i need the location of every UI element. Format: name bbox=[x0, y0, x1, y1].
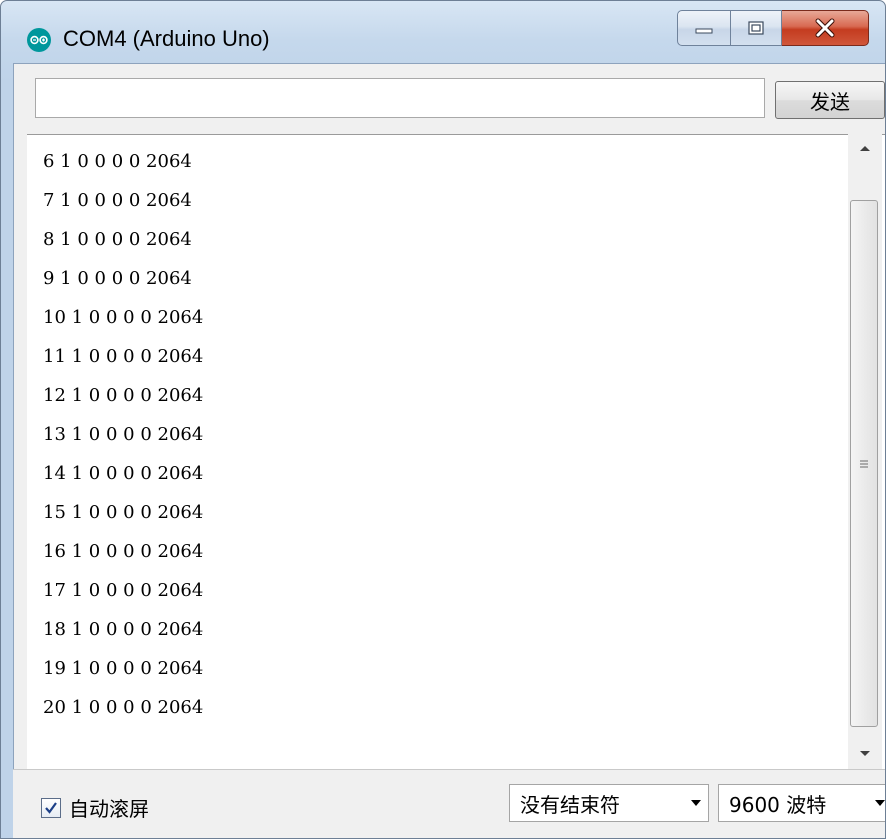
send-input[interactable] bbox=[35, 78, 765, 118]
title-bar[interactable]: COM4 (Arduino Uno) bbox=[1, 1, 885, 61]
line-ending-select[interactable]: 没有结束符 bbox=[509, 784, 709, 822]
output-line: 11 1 0 0 0 0 2064 bbox=[43, 346, 204, 367]
chevron-down-icon bbox=[868, 799, 885, 807]
caption-buttons bbox=[677, 10, 869, 46]
serial-monitor-window: COM4 (Arduino Uno) 发送 6 1 0 0 0 0 2064 7… bbox=[0, 0, 886, 839]
maximize-button[interactable] bbox=[731, 10, 782, 46]
close-button[interactable] bbox=[782, 10, 869, 46]
checkmark-icon bbox=[45, 801, 57, 814]
scroll-thumb[interactable] bbox=[850, 200, 878, 727]
output-line: 13 1 0 0 0 0 2064 bbox=[43, 424, 204, 445]
output-line: 6 1 0 0 0 0 2064 bbox=[43, 151, 192, 172]
minimize-icon bbox=[695, 28, 713, 34]
output-line: 18 1 0 0 0 0 2064 bbox=[43, 619, 204, 640]
output-line: 10 1 0 0 0 0 2064 bbox=[43, 307, 204, 328]
send-button[interactable]: 发送 bbox=[775, 81, 885, 119]
output-line: 12 1 0 0 0 0 2064 bbox=[43, 385, 204, 406]
arduino-logo-icon bbox=[27, 28, 51, 52]
output-line: 7 1 0 0 0 0 2064 bbox=[43, 190, 192, 211]
vertical-scrollbar[interactable] bbox=[848, 133, 882, 769]
baud-rate-select[interactable]: 9600 波特 bbox=[718, 784, 885, 822]
output-line: 16 1 0 0 0 0 2064 bbox=[43, 541, 204, 562]
baud-rate-value: 9600 波特 bbox=[729, 792, 827, 817]
autoscroll-label: 自动滚屏 bbox=[69, 797, 149, 821]
close-icon bbox=[815, 18, 835, 38]
arrow-up-icon bbox=[860, 146, 870, 151]
output-line: 17 1 0 0 0 0 2064 bbox=[43, 580, 204, 601]
client-area: 发送 6 1 0 0 0 0 2064 7 1 0 0 0 0 2064 8 1 0… bbox=[13, 63, 885, 838]
output-line: 15 1 0 0 0 0 2064 bbox=[43, 502, 204, 523]
serial-output[interactable]: 6 1 0 0 0 0 2064 7 1 0 0 0 0 2064 8 1 0 0 … bbox=[27, 134, 885, 824]
line-ending-value: 没有结束符 bbox=[520, 792, 620, 817]
autoscroll-option[interactable]: 自动滚屏 bbox=[41, 793, 149, 822]
autoscroll-checkbox[interactable] bbox=[41, 797, 61, 818]
output-line: 20 1 0 0 0 0 2064 bbox=[43, 697, 204, 718]
grip-icon bbox=[860, 460, 868, 467]
output-line: 14 1 0 0 0 0 2064 bbox=[43, 463, 204, 484]
output-line: 9 1 0 0 0 0 2064 bbox=[43, 268, 192, 289]
maximize-icon bbox=[748, 21, 764, 35]
chevron-down-icon bbox=[684, 799, 708, 807]
scroll-up-button[interactable] bbox=[848, 133, 882, 163]
output-line: 19 1 0 0 0 0 2064 bbox=[43, 658, 204, 679]
minimize-button[interactable] bbox=[677, 10, 731, 46]
arrow-down-icon bbox=[860, 751, 870, 756]
output-lines: 6 1 0 0 0 0 2064 7 1 0 0 0 0 2064 8 1 0 0 … bbox=[27, 135, 857, 727]
scroll-down-button[interactable] bbox=[848, 739, 882, 769]
output-line: 8 1 0 0 0 0 2064 bbox=[43, 229, 192, 250]
bottom-bar: 自动滚屏 没有结束符 9600 波特 bbox=[13, 769, 885, 838]
window-title: COM4 (Arduino Uno) bbox=[63, 26, 270, 51]
